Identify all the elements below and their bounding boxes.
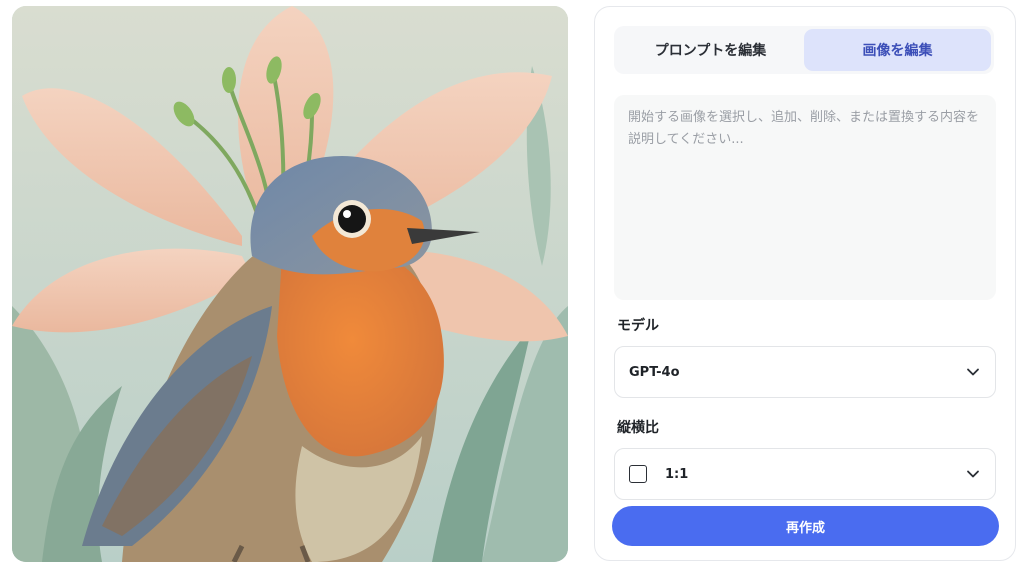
model-select-value: GPT-4o bbox=[629, 364, 680, 380]
aspect-ratio-select[interactable]: 1:1 bbox=[614, 448, 996, 500]
generated-image[interactable] bbox=[12, 6, 568, 562]
square-ratio-icon bbox=[629, 465, 647, 483]
chevron-down-icon bbox=[967, 368, 979, 376]
tab-edit-image[interactable]: 画像を編集 bbox=[804, 29, 991, 71]
tab-edit-prompt[interactable]: プロンプトを編集 bbox=[617, 29, 804, 71]
edit-panel: プロンプトを編集 画像を編集 モデル GPT-4o 縦横比 1:1 再作成 bbox=[594, 6, 1016, 561]
aspect-ratio-label: 縦横比 bbox=[617, 420, 659, 436]
edit-instruction-input[interactable] bbox=[614, 95, 996, 300]
regenerate-button[interactable]: 再作成 bbox=[612, 506, 999, 546]
model-label: モデル bbox=[617, 318, 659, 334]
model-select[interactable]: GPT-4o bbox=[614, 346, 996, 398]
robin-lily-illustration bbox=[12, 6, 568, 562]
mode-tabs: プロンプトを編集 画像を編集 bbox=[614, 26, 994, 74]
aspect-ratio-value: 1:1 bbox=[665, 466, 689, 482]
chevron-down-icon bbox=[967, 470, 979, 478]
